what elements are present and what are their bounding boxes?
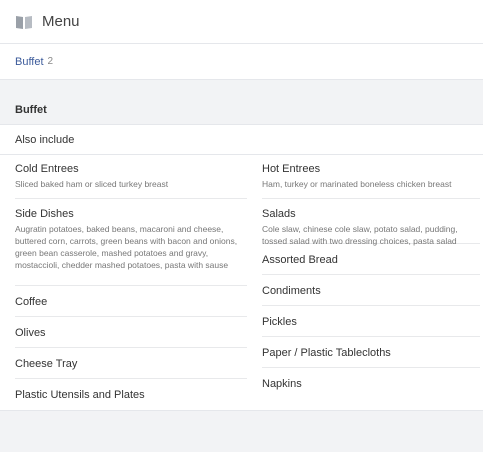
item-description: Ham, turkey or marinated boneless chicke… [262, 179, 452, 189]
menu-item: Cold Entrees Sliced baked ham or sliced … [15, 155, 247, 199]
menu-header: Menu [0, 0, 483, 44]
menu-item: Salads Cole slaw, chinese cole slaw, pot… [262, 199, 480, 246]
menu-item: Hot Entrees Ham, turkey or marinated bon… [262, 155, 480, 199]
item-name: Coffee [15, 296, 48, 308]
tab-buffet-count: 2 [47, 56, 54, 67]
menu-book-icon [15, 14, 33, 30]
section-header: Buffet [0, 95, 483, 125]
section-title: Buffet [15, 103, 47, 116]
menu-item: Pickles [262, 306, 480, 337]
menu-item: Napkins [262, 368, 480, 399]
menu-item: Cheese Tray [15, 348, 247, 379]
menu-item: Assorted Bread [262, 244, 480, 275]
item-name: Paper / Plastic Tablecloths [262, 347, 391, 359]
item-name: Olives [15, 327, 46, 339]
left-column: Cold Entrees Sliced baked ham or sliced … [0, 155, 247, 410]
menu-page: Menu Buffet 2 Buffet Also include Cold E… [0, 0, 483, 452]
item-description: Cole slaw, chinese cole slaw, potato sal… [262, 224, 458, 246]
spacer [0, 80, 483, 95]
item-name: Cold Entrees [15, 163, 79, 175]
menu-item: Olives [15, 317, 247, 348]
menu-item: Plastic Utensils and Plates [15, 379, 247, 410]
menu-item: Paper / Plastic Tablecloths [262, 337, 480, 368]
item-name: Napkins [262, 378, 302, 390]
item-description: Augratin potatoes, baked beans, macaroni… [15, 224, 238, 270]
menu-items-grid: Cold Entrees Sliced baked ham or sliced … [0, 155, 483, 410]
menu-tabs: Buffet 2 [0, 44, 483, 80]
menu-item: Coffee [15, 286, 247, 317]
item-name: Side Dishes [15, 208, 74, 220]
item-name: Assorted Bread [262, 254, 338, 266]
item-description: Sliced baked ham or sliced turkey breast [15, 179, 169, 189]
item-name: Pickles [262, 316, 297, 328]
menu-title: Menu [42, 13, 80, 30]
menu-section-card: Also include Cold Entrees Sliced baked h… [0, 125, 483, 411]
item-name: Salads [262, 208, 296, 220]
item-name: Plastic Utensils and Plates [15, 389, 145, 401]
item-name: Condiments [262, 285, 321, 297]
right-column: Hot Entrees Ham, turkey or marinated bon… [247, 155, 480, 410]
tab-buffet[interactable]: Buffet [15, 56, 44, 68]
menu-item: Condiments [262, 275, 480, 306]
item-name: Cheese Tray [15, 358, 78, 370]
menu-item: Side Dishes Augratin potatoes, baked bea… [15, 199, 247, 286]
also-include-label: Also include [0, 125, 483, 155]
item-name: Hot Entrees [262, 163, 321, 175]
